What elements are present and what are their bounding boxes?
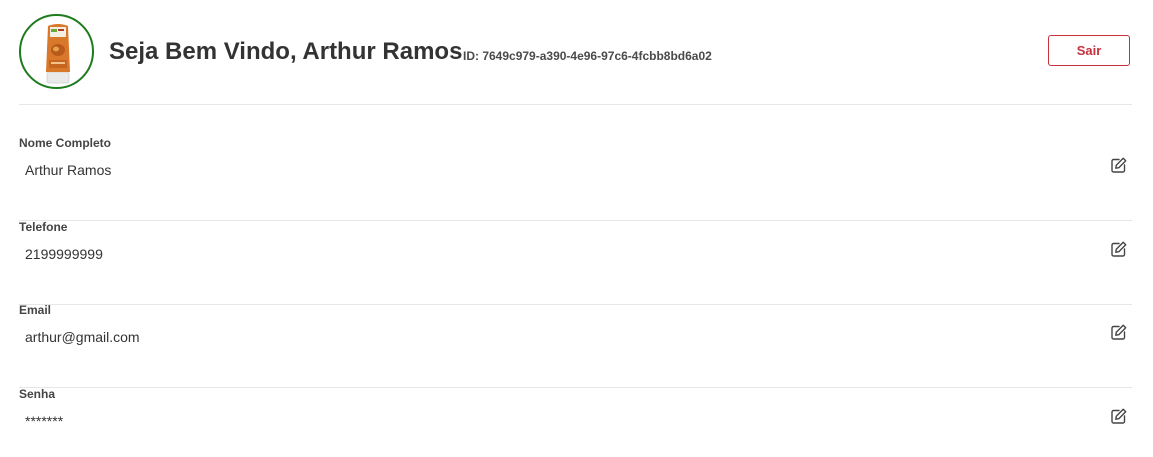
edit-icon[interactable]	[1110, 240, 1128, 258]
field-password: Senha *******	[19, 387, 1132, 457]
avatar	[19, 14, 94, 89]
field-label: Nome Completo	[19, 136, 112, 150]
field-label: Senha	[19, 387, 56, 401]
field-full-name: Nome Completo Arthur Ramos	[19, 136, 1132, 221]
logout-button[interactable]: Sair	[1048, 35, 1130, 66]
field-value: *******	[25, 413, 64, 429]
field-value: 2199999999	[25, 246, 103, 262]
field-value: Arthur Ramos	[25, 162, 112, 178]
product-bottle-image	[46, 24, 70, 84]
user-id-label: ID: 7649c979-a390-4e96-97c6-4fcbb8bd6a02	[463, 49, 712, 63]
edit-icon[interactable]	[1110, 156, 1128, 174]
field-phone: Telefone 2199999999	[19, 220, 1132, 305]
page-title: Seja Bem Vindo, Arthur Ramos	[109, 38, 463, 65]
edit-icon[interactable]	[1110, 323, 1128, 341]
field-label: Email	[19, 303, 52, 317]
field-label: Telefone	[19, 220, 68, 234]
profile-header: Seja Bem Vindo, Arthur Ramos ID: 7649c97…	[19, 14, 1132, 105]
profile-page: Seja Bem Vindo, Arthur Ramos ID: 7649c97…	[0, 0, 1153, 457]
edit-icon[interactable]	[1110, 407, 1128, 425]
field-email: Email arthur@gmail.com	[19, 303, 1132, 388]
field-value: arthur@gmail.com	[25, 329, 140, 345]
